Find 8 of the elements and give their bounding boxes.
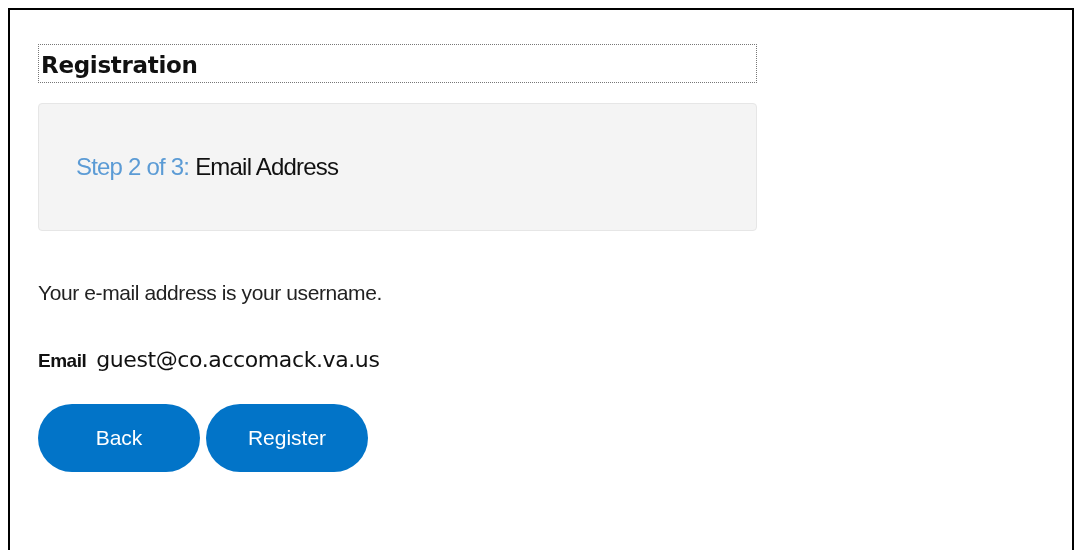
email-label: Email [38,350,87,372]
info-text: Your e-mail address is your username. [38,281,383,305]
step-title: Email Address [195,153,339,181]
step-label: Step 2 of 3: [76,153,190,181]
register-button[interactable]: Register [206,404,368,472]
back-button[interactable]: Back [38,404,200,472]
page-heading: Registration [38,44,757,83]
email-value: guest@co.accomack.va.us [96,347,380,372]
